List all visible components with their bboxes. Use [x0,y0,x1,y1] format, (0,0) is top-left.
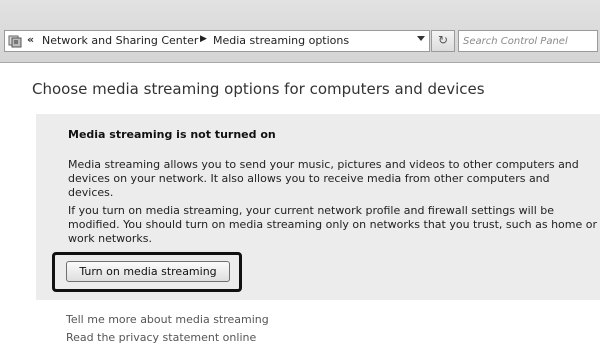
panel-description: Media streaming allows you to send your … [68,158,579,199]
control-panel-icon [8,35,22,48]
page-title: Choose media streaming options for compu… [32,80,485,98]
control-panel-window: « Network and Sharing Center ▶ Media str… [0,0,600,360]
search-input[interactable] [463,33,583,49]
panel-warning: If you turn on media streaming, your cur… [68,204,598,245]
address-bar: « Network and Sharing Center ▶ Media str… [0,0,600,62]
breadcrumb-item-media-streaming[interactable]: Media streaming options [213,34,349,47]
breadcrumb-item-network-sharing[interactable]: Network and Sharing Center [42,34,198,47]
breadcrumb-overflow-icon[interactable]: « [27,33,34,46]
address-bar-divider [0,62,600,63]
chevron-right-icon[interactable]: ▶ [200,34,207,44]
breadcrumb[interactable]: « Network and Sharing Center ▶ Media str… [4,30,430,52]
refresh-icon: ↻ [437,33,449,47]
panel-title: Media streaming is not turned on [68,128,276,141]
chevron-down-icon[interactable] [417,36,425,41]
refresh-button[interactable]: ↻ [431,30,455,52]
link-tell-me-more[interactable]: Tell me more about media streaming [66,313,269,326]
link-privacy-statement[interactable]: Read the privacy statement online [66,331,256,344]
search-box[interactable] [458,30,598,52]
turn-on-media-streaming-button[interactable]: Turn on media streaming [66,261,230,282]
